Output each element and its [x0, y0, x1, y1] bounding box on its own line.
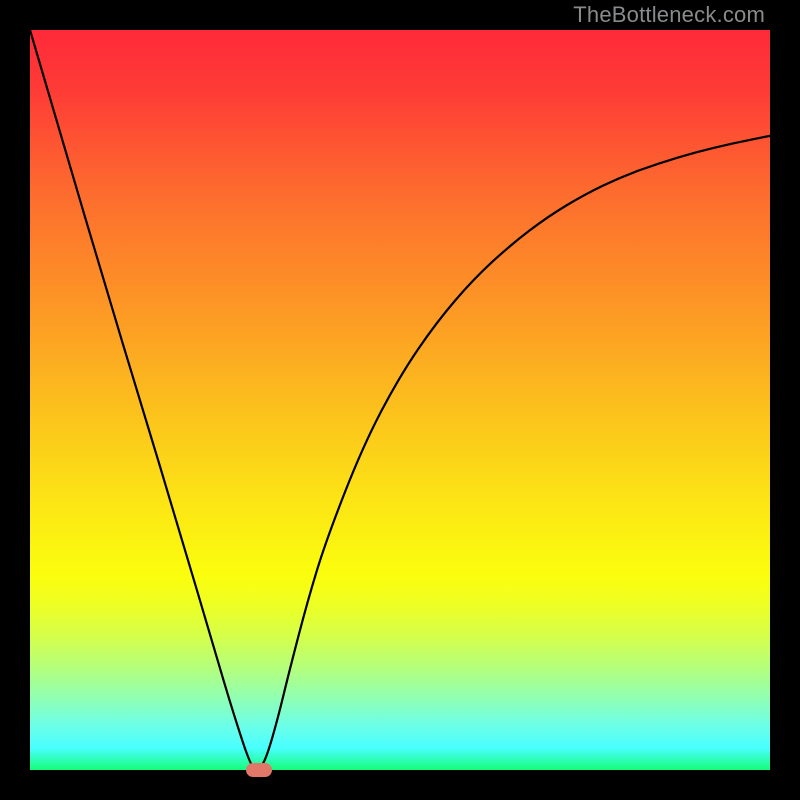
chart-frame: TheBottleneck.com [0, 0, 800, 800]
minimum-marker [246, 763, 272, 777]
bottleneck-curve [30, 30, 770, 770]
watermark-text: TheBottleneck.com [573, 2, 765, 28]
plot-area [30, 30, 770, 770]
